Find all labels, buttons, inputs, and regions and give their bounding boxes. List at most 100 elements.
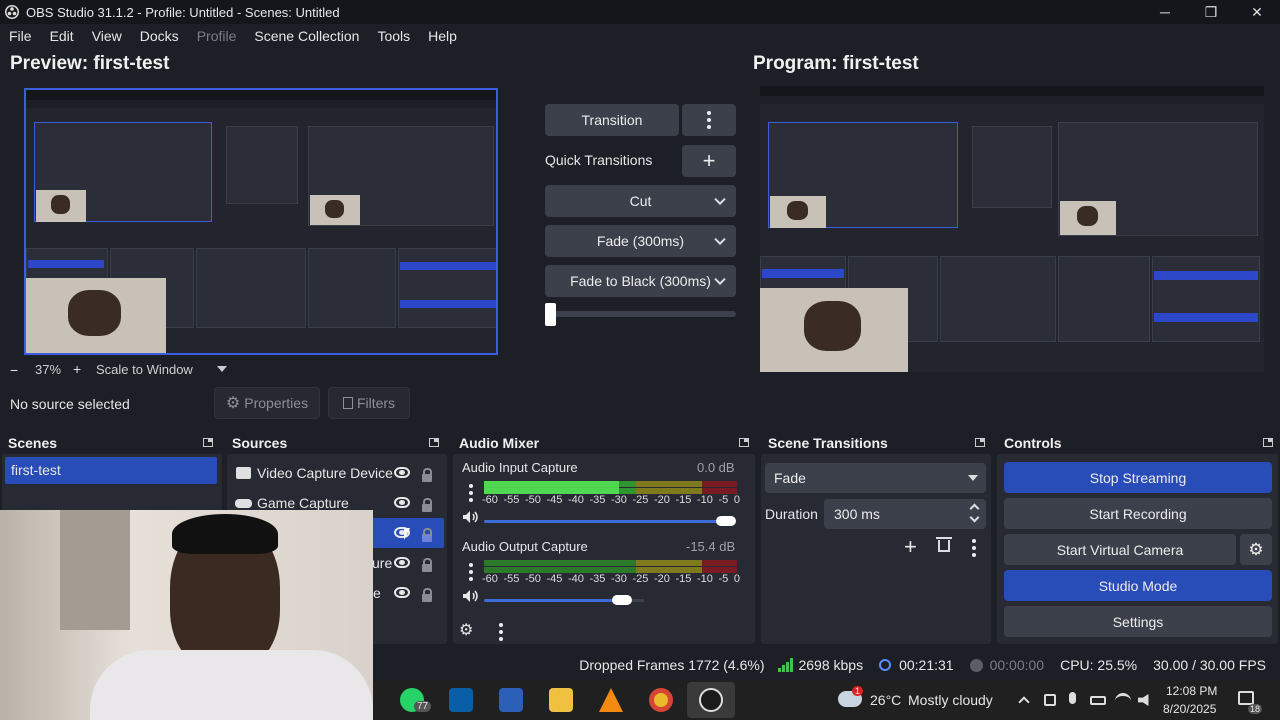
obs-icon[interactable] (699, 688, 723, 712)
source-row-video-capture[interactable]: Video Capture Device (232, 458, 444, 488)
notification-icon[interactable] (1238, 691, 1254, 705)
sources-dock-title: Sources (232, 435, 288, 451)
duration-label: Duration (765, 506, 818, 522)
meter-level-bar (484, 481, 619, 494)
stop-streaming-label: Stop Streaming (1089, 469, 1187, 486)
advanced-audio-gear-icon[interactable]: ⚙ (459, 620, 473, 640)
transition-type-select[interactable]: Fade (765, 463, 986, 493)
start-recording-button[interactable]: Start Recording (1004, 498, 1272, 529)
word-icon[interactable] (499, 688, 523, 712)
preview-canvas[interactable] (24, 88, 498, 355)
virtual-camera-settings-button[interactable]: ⚙ (1240, 534, 1272, 565)
menu-scene-collection[interactable]: Scene Collection (245, 28, 368, 44)
scale-tick: -30 (611, 573, 627, 585)
transition-button[interactable]: Transition (545, 104, 679, 136)
audio-channel-menu-icon[interactable] (469, 563, 473, 581)
visibility-eye-icon[interactable] (394, 467, 410, 478)
dock-float-icon[interactable] (1263, 438, 1273, 447)
volume-slider-handle[interactable] (612, 595, 632, 605)
tbar-handle[interactable] (545, 303, 556, 326)
duration-spinbox[interactable]: 300 ms (824, 499, 986, 529)
speaker-icon[interactable] (462, 510, 478, 524)
stop-streaming-button[interactable]: Stop Streaming (1004, 462, 1272, 493)
menu-profile[interactable]: Profile (188, 28, 246, 44)
visibility-eye-icon[interactable] (394, 557, 410, 568)
dock-float-icon[interactable] (429, 438, 439, 447)
dock-float-icon[interactable] (975, 438, 985, 447)
lock-icon[interactable] (422, 468, 432, 482)
start-virtual-camera-label: Start Virtual Camera (1056, 541, 1184, 558)
minimize-button[interactable]: ─ (1142, 0, 1188, 24)
dock-float-icon[interactable] (739, 438, 749, 447)
transition-tbar[interactable] (545, 311, 736, 317)
microphone-icon[interactable] (1069, 692, 1076, 704)
scene-item-first-test[interactable]: first-test (5, 457, 217, 484)
meet-now-icon[interactable] (1044, 694, 1056, 706)
wifi-icon[interactable] (1115, 693, 1131, 709)
weather-temp[interactable]: 26°C (870, 692, 901, 708)
filters-button[interactable]: Filters (328, 387, 410, 419)
cut-label: Cut (629, 193, 652, 209)
menu-docks[interactable]: Docks (131, 28, 188, 44)
menu-view[interactable]: View (83, 28, 131, 44)
menu-edit[interactable]: Edit (41, 28, 83, 44)
weather-desc[interactable]: Mostly cloudy (908, 692, 993, 708)
quick-transition-fade-to-black[interactable]: Fade to Black (300ms) (545, 265, 736, 297)
chevron-down-icon[interactable] (714, 233, 726, 246)
chevron-down-icon (968, 475, 978, 481)
volume-slider-handle[interactable] (716, 516, 736, 526)
scale-tick: -55 (503, 494, 520, 506)
clock-date[interactable]: 8/20/2025 (1163, 702, 1216, 716)
webcam-overlay (0, 510, 373, 720)
chrome-icon[interactable] (649, 688, 673, 712)
start-recording-label: Start Recording (1089, 505, 1187, 522)
studio-mode-button[interactable]: Studio Mode (1004, 570, 1272, 601)
trash-lid-icon (936, 537, 952, 539)
menu-help[interactable]: Help (419, 28, 466, 44)
menu-file[interactable]: File (0, 28, 41, 44)
scale-tick: -15 (675, 573, 692, 585)
lock-icon[interactable] (422, 588, 432, 602)
quick-transition-fade[interactable]: Fade (300ms) (545, 225, 736, 257)
menu-bar: File Edit View Docks Profile Scene Colle… (0, 24, 1280, 48)
scale-mode-select[interactable]: Scale to Window (96, 362, 231, 378)
add-quick-transition-button[interactable]: + (682, 145, 736, 177)
chevron-down-icon[interactable] (969, 512, 980, 523)
close-button[interactable]: ✕ (1234, 0, 1280, 24)
microsoft-store-icon[interactable] (449, 688, 473, 712)
volume-slider[interactable] (484, 520, 726, 523)
trash-icon[interactable] (938, 540, 950, 552)
battery-icon[interactable] (1090, 696, 1106, 705)
file-explorer-icon[interactable] (549, 688, 573, 712)
transition-properties-menu-icon[interactable] (972, 539, 976, 557)
camera-icon (236, 467, 251, 479)
menu-tools[interactable]: Tools (368, 28, 419, 44)
properties-button[interactable]: ⚙ Properties (214, 387, 320, 419)
source-label: ure (372, 555, 393, 571)
zoom-plus-button[interactable]: + (73, 361, 81, 377)
lock-icon[interactable] (422, 528, 432, 542)
settings-button[interactable]: Settings (1004, 606, 1272, 637)
chevron-down-icon[interactable] (714, 193, 726, 206)
zoom-minus-button[interactable]: − (10, 362, 18, 378)
add-transition-icon[interactable]: + (904, 534, 917, 560)
quick-transition-cut[interactable]: Cut (545, 185, 736, 217)
source-label: Video Capture Device (257, 465, 393, 481)
scale-tick: -55 (503, 573, 520, 585)
volume-slider[interactable] (484, 599, 614, 602)
transition-menu-button[interactable] (682, 104, 736, 136)
lock-icon[interactable] (422, 558, 432, 572)
speaker-icon[interactable] (462, 589, 478, 603)
audio-mixer-menu-icon[interactable] (499, 623, 503, 641)
lock-icon[interactable] (422, 498, 432, 512)
visibility-eye-icon[interactable] (394, 587, 410, 598)
maximize-button[interactable]: ❐ (1188, 0, 1234, 24)
clock-time[interactable]: 12:08 PM (1166, 684, 1217, 698)
start-virtual-camera-button[interactable]: Start Virtual Camera (1004, 534, 1236, 565)
visibility-eye-icon[interactable] (394, 497, 410, 508)
audio-channel-menu-icon[interactable] (469, 484, 473, 502)
dock-float-icon[interactable] (203, 438, 213, 447)
cpu-usage: CPU: 25.5% (1060, 657, 1138, 673)
chevron-down-icon[interactable] (714, 273, 726, 286)
vlc-icon[interactable] (599, 688, 623, 712)
